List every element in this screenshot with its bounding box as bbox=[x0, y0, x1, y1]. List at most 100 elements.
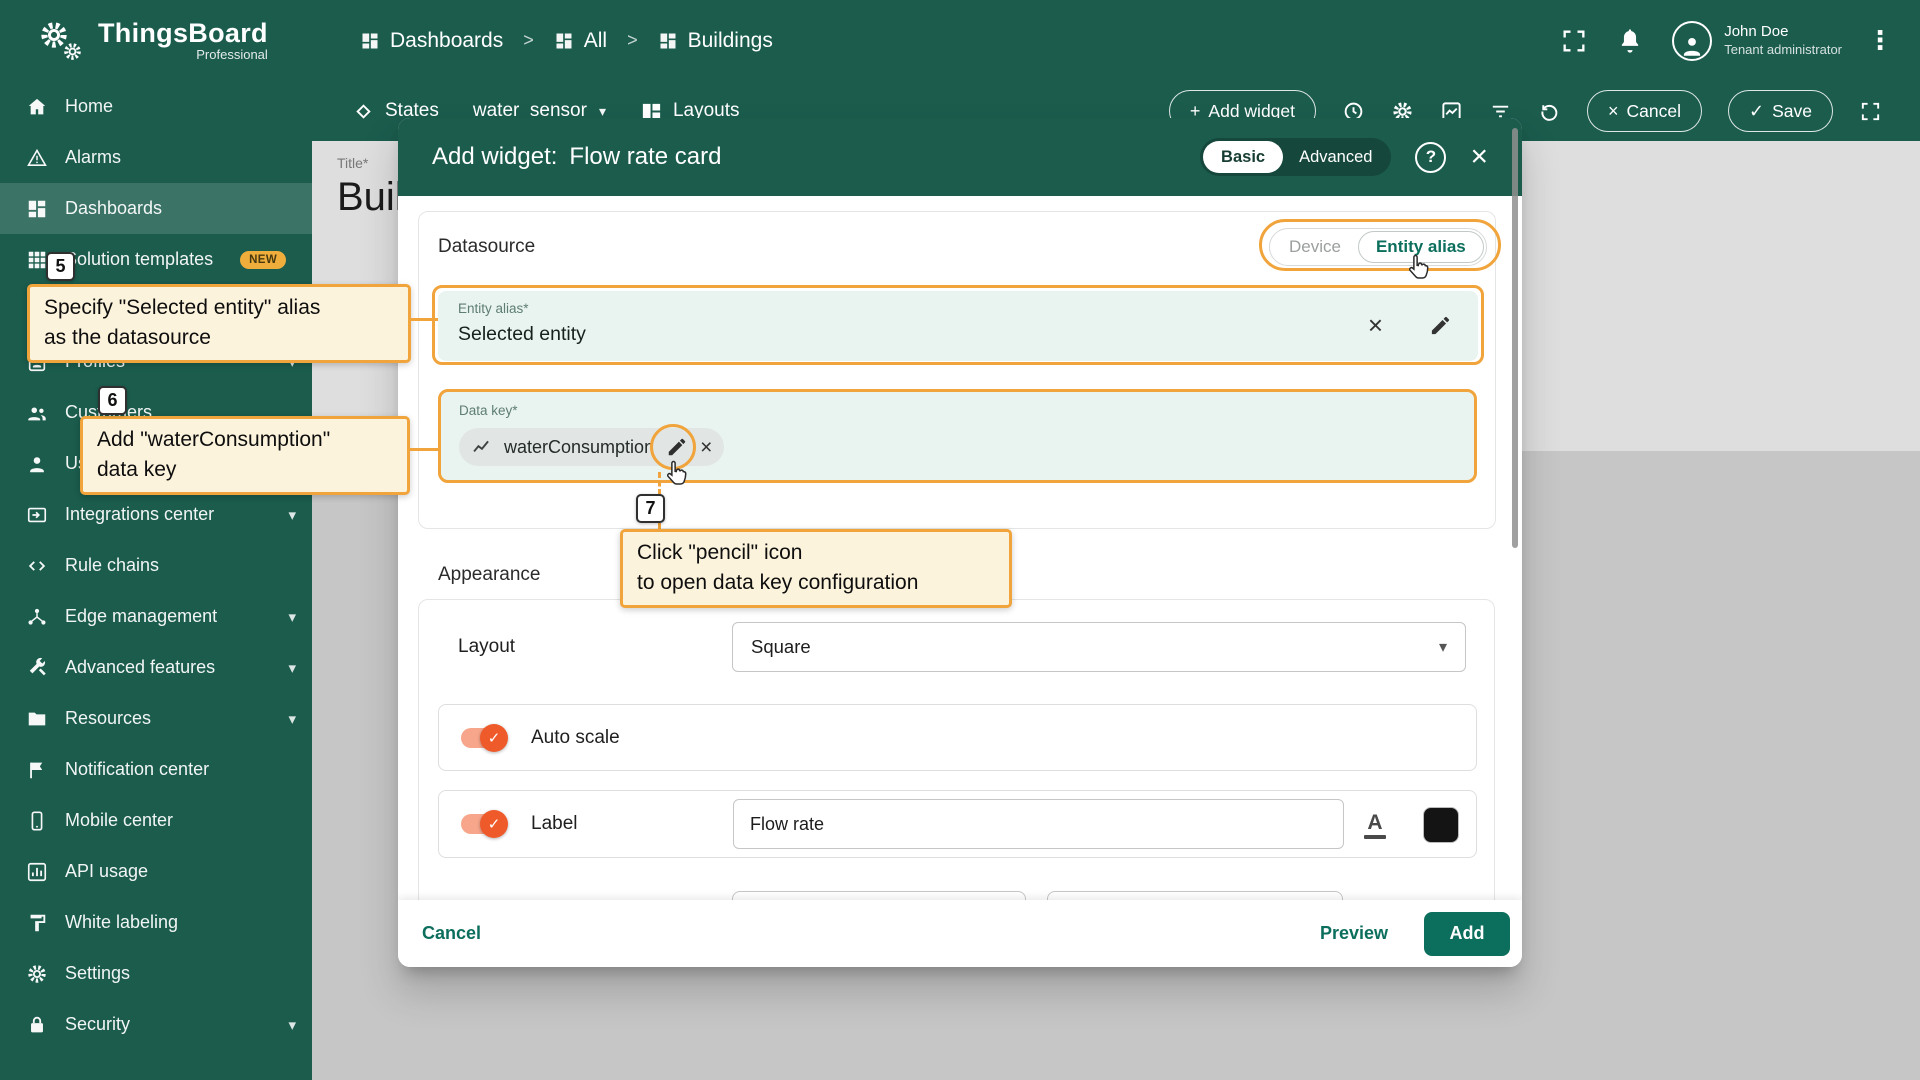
widget-type-name: Flow rate card bbox=[569, 143, 721, 171]
sidebar-item-users[interactable]: Users bbox=[0, 438, 312, 489]
edit-alias-button[interactable] bbox=[1429, 314, 1452, 337]
breadcrumb-label: Buildings bbox=[688, 29, 773, 53]
data-key-field-label: Data key* bbox=[459, 403, 518, 418]
customers-icon bbox=[26, 402, 48, 424]
add-widget-dialog: Add widget: Flow rate card Basic Advance… bbox=[398, 118, 1522, 967]
entity-alias-field[interactable]: Entity alias* Selected entity × bbox=[438, 291, 1478, 361]
sidebar-item-customers[interactable]: Customers bbox=[0, 387, 312, 438]
auto-scale-label: Auto scale bbox=[531, 727, 620, 749]
breadcrumb-label: All bbox=[584, 29, 607, 53]
sidebar-item-white-labeling[interactable]: White labeling bbox=[0, 897, 312, 948]
dialog-cancel-button[interactable]: Cancel bbox=[422, 923, 481, 944]
sidebar-item-resources[interactable]: Resources▾ bbox=[0, 693, 312, 744]
entities-icon bbox=[26, 300, 48, 322]
user-menu[interactable]: John Doe Tenant administrator bbox=[1672, 21, 1842, 61]
layout-select[interactable]: Square ▾ bbox=[732, 622, 1466, 672]
save-dashboard-button[interactable]: ✓ Save bbox=[1728, 90, 1833, 132]
thingsboard-logo-icon bbox=[38, 17, 86, 65]
sidebar-item-alarms[interactable]: Alarms bbox=[0, 132, 312, 183]
chevron-down-icon: ▾ bbox=[288, 1016, 296, 1034]
label-font-button[interactable]: A bbox=[1357, 807, 1393, 843]
sidebar-item-advanced-features[interactable]: Advanced features▾ bbox=[0, 642, 312, 693]
add-button[interactable]: Add bbox=[1424, 912, 1510, 956]
sidebar-item-edge-management[interactable]: Edge management▾ bbox=[0, 591, 312, 642]
alarm-icon bbox=[26, 147, 48, 169]
version-history-button[interactable] bbox=[1538, 100, 1561, 123]
save-dashboard-label: Save bbox=[1772, 101, 1812, 122]
breadcrumb-item-buildings[interactable]: Buildings bbox=[658, 29, 773, 53]
datasource-type-entity-alias[interactable]: Entity alias bbox=[1358, 231, 1484, 263]
sidebar-item-label: Dashboards bbox=[65, 198, 162, 219]
sidebar-item-settings[interactable]: Settings bbox=[0, 948, 312, 999]
sidebar-item-security[interactable]: Security ▾ bbox=[0, 999, 312, 1050]
sidebar-item-home[interactable]: Home bbox=[0, 81, 312, 132]
sidebar-item-integrations-center[interactable]: Integrations center ▾ bbox=[0, 489, 312, 540]
toolbar-fullscreen-button[interactable] bbox=[1859, 100, 1882, 123]
datasource-type-device[interactable]: Device bbox=[1272, 237, 1358, 257]
app-logo[interactable]: ThingsBoard Professional bbox=[0, 17, 312, 65]
user-name: John Doe bbox=[1724, 23, 1842, 42]
sidebar-item-solution-templates[interactable]: Solution templates NEW bbox=[0, 234, 312, 285]
data-key-chip[interactable]: waterConsumption × bbox=[459, 428, 724, 466]
sidebar-item-entities[interactable]: Entities▾ bbox=[0, 285, 312, 336]
label-toggle[interactable]: ✓ bbox=[461, 814, 503, 834]
sidebar-item-profiles[interactable]: Profiles▾ bbox=[0, 336, 312, 387]
notification-icon bbox=[26, 759, 48, 781]
sidebar-item-rule-chains[interactable]: Rule chains bbox=[0, 540, 312, 591]
sidebar-item-label: Entities bbox=[65, 300, 124, 321]
new-badge: NEW bbox=[240, 251, 286, 269]
tab-advanced[interactable]: Advanced bbox=[1283, 148, 1388, 167]
clear-alias-button[interactable]: × bbox=[1364, 314, 1387, 337]
sidebar-item-dashboards[interactable]: Dashboards bbox=[0, 183, 312, 234]
api-icon bbox=[26, 861, 48, 883]
dialog-title: Add widget: Flow rate card bbox=[432, 143, 721, 171]
data-key-edit-button[interactable] bbox=[666, 436, 688, 458]
label-label: Label bbox=[531, 813, 578, 835]
more-menu-button[interactable]: ⋮ bbox=[1870, 27, 1890, 55]
dialog-close-button[interactable]: × bbox=[1470, 142, 1488, 172]
advanced-icon bbox=[26, 657, 48, 679]
sidebar-item-label: Security bbox=[65, 1014, 130, 1035]
integrations-icon bbox=[26, 504, 48, 526]
cancel-edit-button[interactable]: × Cancel bbox=[1587, 90, 1702, 132]
dialog-scrollbar[interactable] bbox=[1512, 128, 1518, 548]
settings-icon bbox=[26, 963, 48, 985]
pencil-icon bbox=[666, 436, 688, 458]
sidebar-item-label: Notification center bbox=[65, 759, 209, 780]
sidebar-item-label: Integrations center bbox=[65, 504, 214, 525]
sidebar-item-label: Resources bbox=[65, 708, 151, 729]
sidebar-item-api-usage[interactable]: API usage bbox=[0, 846, 312, 897]
breadcrumb-separator: > bbox=[523, 30, 534, 51]
sidebar-item-notification-center[interactable]: Notification center bbox=[0, 744, 312, 795]
sidebar-item-label: Edge management bbox=[65, 606, 217, 627]
sidebar-item-label: Settings bbox=[65, 963, 130, 984]
data-key-remove-button[interactable]: × bbox=[700, 437, 712, 458]
data-key-field[interactable]: Data key* waterConsumption × bbox=[438, 389, 1477, 483]
states-icon bbox=[352, 100, 375, 123]
sidebar-item-label: API usage bbox=[65, 861, 148, 882]
label-text-input[interactable] bbox=[733, 799, 1344, 849]
auto-scale-toggle[interactable]: ✓ bbox=[461, 728, 503, 748]
label-color-swatch[interactable] bbox=[1423, 807, 1459, 843]
toggle-knob: ✓ bbox=[480, 810, 508, 838]
fullscreen-button[interactable] bbox=[1560, 27, 1588, 55]
white-labeling-icon bbox=[26, 912, 48, 934]
notifications-button[interactable] bbox=[1616, 27, 1644, 55]
sidebar-item-mobile-center[interactable]: Mobile center bbox=[0, 795, 312, 846]
templates-icon bbox=[26, 249, 48, 271]
tab-basic[interactable]: Basic bbox=[1203, 141, 1283, 173]
preview-button[interactable]: Preview bbox=[1320, 923, 1388, 944]
appearance-heading: Appearance bbox=[438, 564, 540, 586]
sidebar-item-label: Solution templates bbox=[65, 249, 213, 270]
datasource-heading: Datasource bbox=[438, 236, 535, 258]
check-icon: ✓ bbox=[1749, 101, 1764, 122]
breadcrumb-separator: > bbox=[627, 30, 638, 51]
breadcrumb-item-all[interactable]: All bbox=[554, 29, 607, 53]
chevron-down-icon: ▾ bbox=[288, 506, 296, 524]
format-color-text-icon: A bbox=[1364, 812, 1386, 839]
layout-label: Layout bbox=[458, 636, 515, 658]
help-button[interactable]: ? bbox=[1415, 142, 1446, 173]
breadcrumb-item-dashboards[interactable]: Dashboards bbox=[360, 29, 503, 53]
rule-chains-icon bbox=[26, 555, 48, 577]
datasource-type-toggle: Device Entity alias bbox=[1269, 228, 1487, 266]
